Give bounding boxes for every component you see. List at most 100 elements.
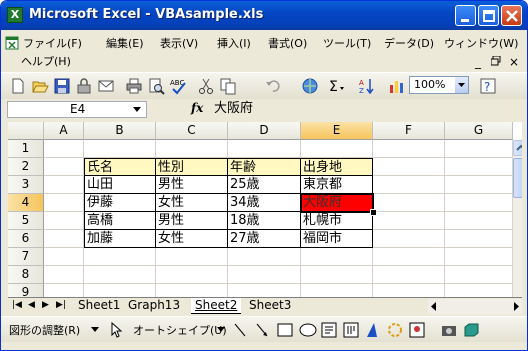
grid-cell[interactable] [44,266,84,284]
title-bar[interactable]: X Microsoft Excel - VBAsample.xls [1,1,527,30]
active-cell-e4[interactable]: 大阪府 [301,194,373,212]
table-cell[interactable]: 高橋 [84,212,156,230]
minimize-button[interactable] [455,5,476,26]
permission-icon[interactable] [75,77,93,95]
table-cell[interactable]: 男性 [156,176,228,194]
grid-cell[interactable] [228,284,301,297]
clipart-icon[interactable] [409,322,425,338]
copy-icon[interactable] [219,77,237,95]
sheet-tab-graph13[interactable]: Graph13 [124,298,184,313]
table-cell[interactable]: 女性 [156,194,228,212]
cut-icon[interactable] [197,77,215,95]
doc-close-button[interactable]: × [509,55,519,69]
last-sheet-icon[interactable]: ▶| [56,300,66,310]
row-header-5[interactable]: 5 [8,212,44,230]
grid-cell[interactable] [228,140,301,158]
horizontal-scrollbar[interactable] [428,299,522,314]
scroll-thumb[interactable] [513,158,522,198]
rectangle-icon[interactable] [277,323,293,337]
fill-handle[interactable] [370,209,377,216]
menu-tools[interactable]: ツール(T) [323,35,371,53]
zoom-dropdown-arrow[interactable] [455,77,468,93]
grid-cell[interactable] [44,140,84,158]
menu-data[interactable]: データ(D) [384,35,434,53]
grid-cell[interactable] [373,212,445,230]
diagram-icon[interactable] [387,322,403,338]
grid-cell[interactable] [373,230,445,248]
grid-cell[interactable] [156,248,228,266]
grid-cell[interactable] [373,248,445,266]
sheet-tab-sheet3[interactable]: Sheet3 [245,298,295,313]
row-header-4[interactable]: 4 [8,194,44,212]
table-cell[interactable]: 18歳 [228,212,301,230]
column-header-d[interactable]: D [228,122,301,140]
column-header-a[interactable]: A [44,122,84,140]
grid-cell[interactable] [44,158,84,176]
sheet-tab-sheet2[interactable]: Sheet2 [191,298,242,314]
column-header-b[interactable]: B [84,122,156,140]
grid-cell[interactable] [373,266,445,284]
table-cell[interactable]: 女性 [156,230,228,248]
grid-cell[interactable] [84,140,156,158]
grid-cell[interactable] [445,284,513,297]
row-header-2[interactable]: 2 [8,158,44,176]
row-header-6[interactable]: 6 [8,230,44,248]
grid-cell[interactable] [44,230,84,248]
scroll-up-button[interactable] [513,140,522,156]
grid-cell[interactable] [373,158,445,176]
arrow-icon[interactable] [255,322,269,338]
sort-ascending-icon[interactable]: AZ [358,77,376,95]
close-button[interactable] [501,5,522,26]
oval-icon[interactable] [299,323,317,337]
help-icon[interactable]: ? [479,77,497,95]
grid-cell[interactable] [84,266,156,284]
table-cell[interactable]: 加藤 [84,230,156,248]
menu-format[interactable]: 書式(O) [268,35,307,53]
doc-restore-button[interactable] [490,55,501,69]
table-cell[interactable]: 25歳 [228,176,301,194]
grid-cell[interactable] [373,194,445,212]
3d-style-icon[interactable] [463,322,479,338]
grid-cell[interactable] [373,140,445,158]
spelling-icon[interactable]: ABC [169,77,187,95]
chart-wizard-icon[interactable] [388,77,406,95]
grid-cell[interactable] [44,248,84,266]
grid-cell[interactable] [44,212,84,230]
table-cell[interactable]: 34歳 [228,194,301,212]
grid-cell[interactable] [445,248,513,266]
line-icon[interactable] [233,322,247,338]
table-header-cell[interactable]: 氏名 [84,158,156,176]
email-icon[interactable] [97,77,115,95]
grid-cell[interactable] [84,248,156,266]
column-header-g[interactable]: G [445,122,513,140]
grid-cell[interactable] [301,248,373,266]
grid-cell[interactable] [44,176,84,194]
menu-insert[interactable]: 挿入(I) [217,35,251,53]
menu-view[interactable]: 表示(V) [160,35,198,53]
row-header-3[interactable]: 3 [8,176,44,194]
table-cell[interactable]: 山田 [84,176,156,194]
wordart-icon[interactable] [365,322,381,338]
grid-cell[interactable] [445,194,513,212]
column-header-c[interactable]: C [156,122,228,140]
table-cell[interactable]: 東京都 [301,176,373,194]
grid-cell[interactable] [44,194,84,212]
grid-cell[interactable] [228,266,301,284]
grid-cell[interactable] [445,230,513,248]
doc-minimize-button[interactable]: _ [475,55,481,69]
menu-file[interactable]: ファイル(F) [23,35,82,53]
save-icon[interactable] [53,77,71,95]
vertical-textbox-icon[interactable] [343,322,359,338]
row-header-1[interactable]: 1 [8,140,44,158]
table-cell[interactable]: 札幌市 [301,212,373,230]
excel-app-icon[interactable]: X [7,7,23,23]
autosum-icon[interactable]: Σ [327,77,345,95]
prev-sheet-icon[interactable]: ◀ [28,300,35,310]
row-header-9[interactable]: 9 [8,284,44,297]
workbook-icon[interactable] [5,36,19,50]
grid-cell[interactable] [445,176,513,194]
next-sheet-icon[interactable]: ▶ [42,300,49,310]
table-cell[interactable]: 伊藤 [84,194,156,212]
table-header-cell[interactable]: 性別 [156,158,228,176]
grid-cell[interactable] [301,140,373,158]
